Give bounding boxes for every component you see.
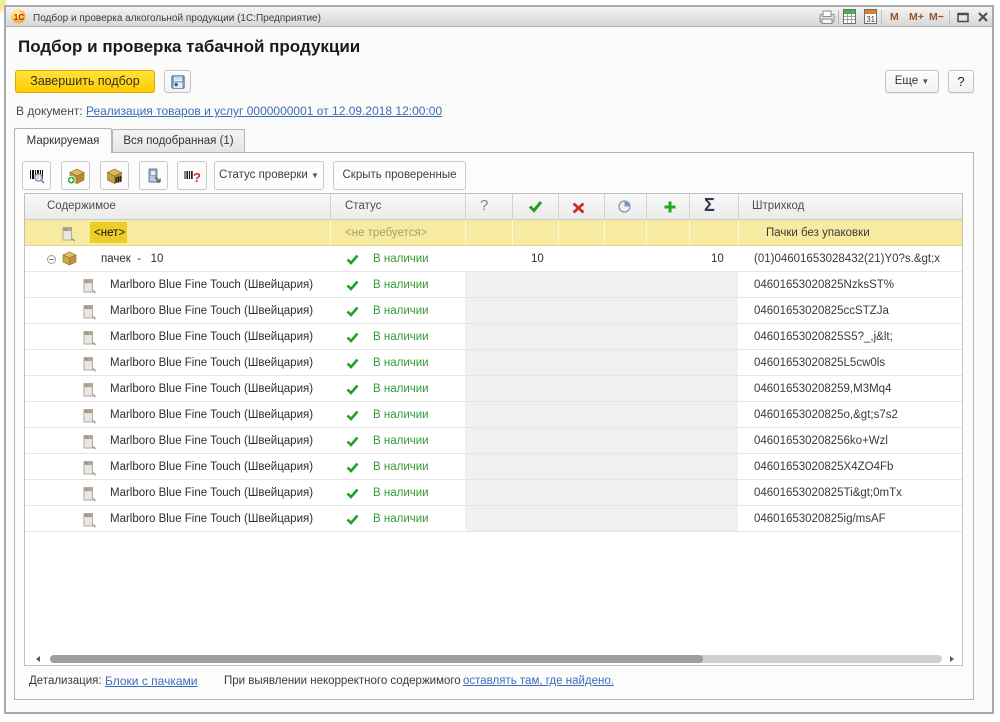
svg-text:1С: 1С <box>14 12 25 22</box>
svg-text:?: ? <box>193 170 201 184</box>
svg-text:31: 31 <box>866 15 875 24</box>
